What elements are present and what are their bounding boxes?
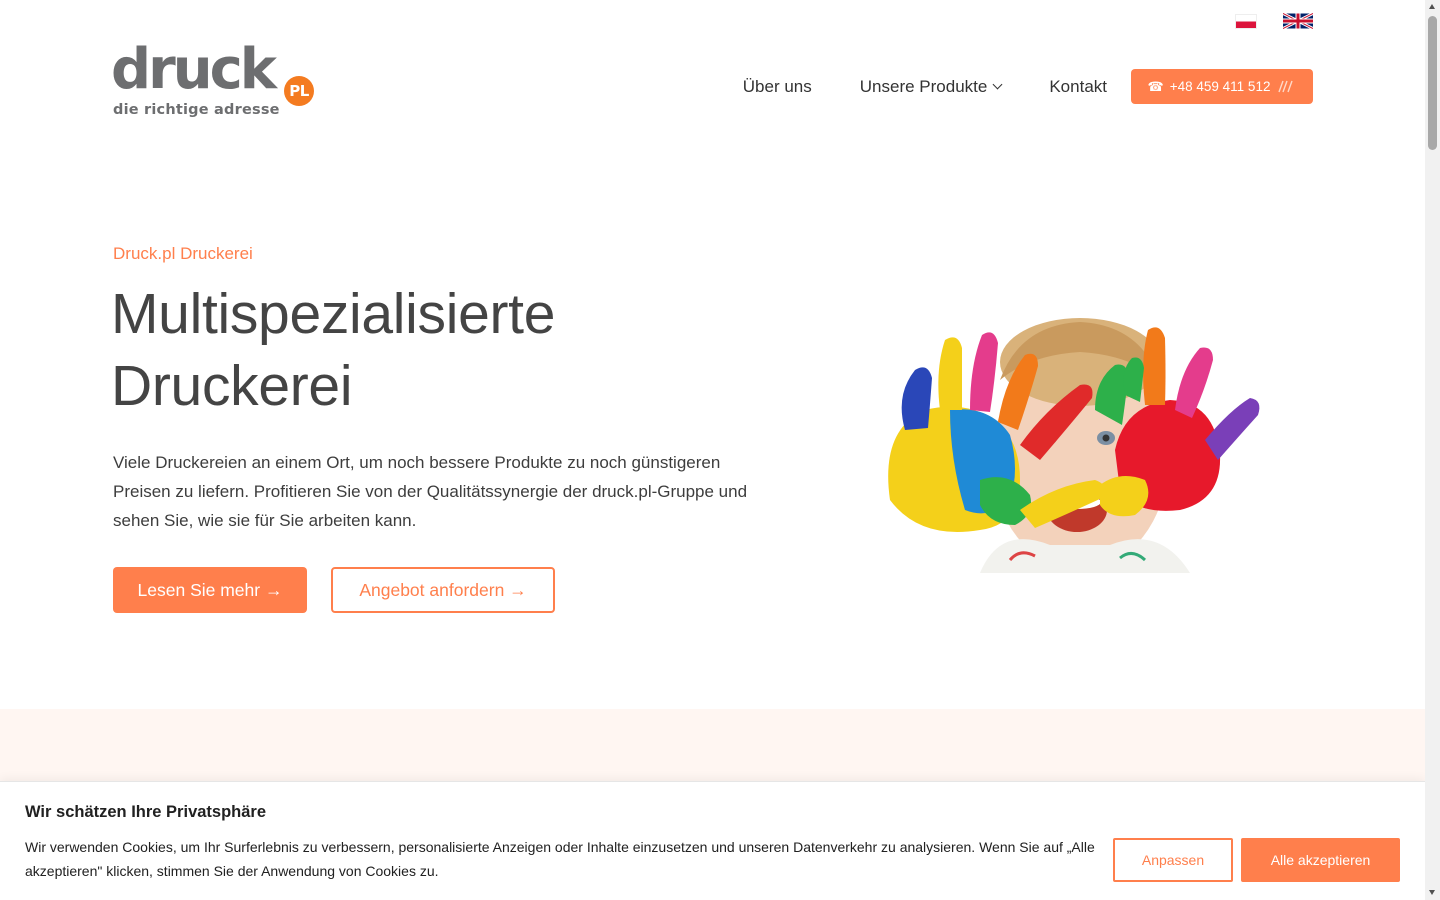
language-switcher <box>1235 13 1313 29</box>
druck-pl-logo[interactable]: druck PL die richtige adresse <box>111 42 323 122</box>
nav-item-products[interactable]: Unsere Produkte <box>859 76 1003 97</box>
main-nav: Über uns Unsere Produkte Kontakt ☎ +48 4… <box>743 69 1313 104</box>
cookie-customize-button[interactable]: Anpassen <box>1113 838 1233 882</box>
read-more-button[interactable]: Lesen Sie mehr → <box>113 567 307 613</box>
nav-item-label: Unsere Produkte <box>859 76 988 96</box>
cookie-accept-all-button[interactable]: Alle akzeptieren <box>1241 838 1400 882</box>
phone-number: +48 459 411 512 <box>1169 79 1271 94</box>
chevron-down-icon <box>992 79 1003 90</box>
hero-title: Multispezialisierte Druckerei <box>111 278 771 422</box>
cookie-title: Wir schätzen Ihre Privatsphäre <box>25 803 267 821</box>
cookie-text: Wir verwenden Cookies, um Ihr Surferlebn… <box>25 839 1095 879</box>
hero-title-line2: Druckerei <box>111 354 353 418</box>
cookie-banner: Wir schätzen Ihre Privatsphäre Wir verwe… <box>0 781 1425 900</box>
site-header: druck PL die richtige adresse Über uns U… <box>111 42 1313 122</box>
nav-item-label: Über uns <box>742 76 812 96</box>
logo-word: druck <box>111 37 277 102</box>
hero-title-line1: Multispezialisierte <box>111 282 556 346</box>
nav-item-contact[interactable]: Kontakt <box>1049 77 1107 97</box>
poland-flag-icon[interactable] <box>1235 13 1257 29</box>
hero-eyebrow: Druck.pl Druckerei <box>113 244 253 263</box>
phone-icon: ☎ <box>1147 78 1164 94</box>
scroll-up-arrow-icon[interactable] <box>1429 4 1435 9</box>
child-with-painted-hands-image <box>888 318 1260 573</box>
logo-badge: PL <box>284 76 314 106</box>
page: druck PL die richtige adresse Über uns U… <box>0 0 1425 900</box>
scroll-down-arrow-icon[interactable] <box>1429 890 1435 895</box>
page-scrollbar[interactable] <box>1425 0 1440 900</box>
logo-tagline: die richtige adresse <box>113 102 280 118</box>
request-quote-button[interactable]: Angebot anfordern → <box>331 567 555 613</box>
phone-button[interactable]: ☎ +48 459 411 512 <box>1131 69 1313 104</box>
nav-item-label: Kontakt <box>1049 76 1107 96</box>
scrollbar-thumb[interactable] <box>1428 16 1437 150</box>
nav-item-about[interactable]: Über uns <box>743 77 812 97</box>
uk-flag-icon[interactable] <box>1283 13 1313 29</box>
hero-description: Viele Druckereien an einem Ort, um noch … <box>113 453 748 530</box>
signal-waves-icon <box>1278 80 1294 93</box>
